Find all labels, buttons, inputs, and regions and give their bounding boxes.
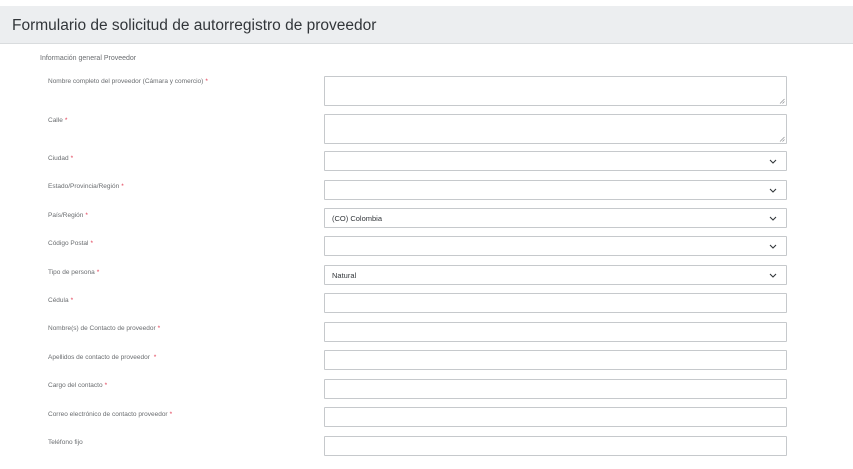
contact-email-input[interactable]	[324, 407, 787, 427]
country-select-value: (CO) Colombia	[332, 214, 383, 223]
field-label: Ciudad *	[48, 155, 73, 162]
resize-grip-icon[interactable]	[779, 136, 785, 142]
required-mark: *	[205, 78, 208, 85]
chevron-down-icon	[769, 216, 777, 221]
field-label: Tipo de persona *	[48, 269, 99, 276]
field-label: Código Postal *	[48, 240, 93, 247]
required-mark: *	[121, 183, 124, 190]
field-label: Nombre completo del proveedor (Cámara y …	[48, 78, 208, 85]
person-type-select[interactable]: Natural	[324, 265, 787, 285]
field-label: Calle *	[48, 117, 67, 124]
field-label-text: Ciudad	[48, 155, 69, 162]
field-label-text: Correo electrónico de contacto proveedor	[48, 411, 168, 418]
field-label: Apellidos de contacto de proveedor *	[48, 354, 156, 361]
section-title: Información general Proveedor	[40, 55, 137, 62]
field-label: Teléfono fijo	[48, 439, 85, 446]
page-header: Formulario de solicitud de autorregistro…	[0, 6, 853, 44]
field-label: Cédula *	[48, 297, 73, 304]
field-label-text: Calle	[48, 117, 63, 124]
required-mark: *	[90, 240, 94, 247]
required-mark: *	[96, 269, 100, 276]
field-label-text: Teléfono fijo	[48, 439, 83, 446]
contact-position-input[interactable]	[324, 379, 787, 399]
country-select[interactable]: (CO) Colombia	[324, 208, 787, 228]
required-mark: *	[64, 117, 68, 124]
field-label: País/Región *	[48, 212, 88, 219]
field-label-text: Tipo de persona	[48, 269, 95, 276]
required-mark: *	[85, 212, 88, 219]
field-label-text: País/Región	[48, 212, 84, 219]
street-textarea[interactable]	[324, 114, 787, 144]
chevron-down-icon	[769, 159, 777, 164]
field-label: Cargo del contacto *	[48, 382, 107, 389]
resize-grip-icon[interactable]	[779, 98, 785, 104]
id-number-input[interactable]	[324, 293, 787, 313]
required-mark: *	[70, 297, 74, 304]
field-label-text: Nombre(s) de Contacto de proveedor	[48, 325, 156, 332]
chevron-down-icon	[769, 188, 777, 193]
landline-input[interactable]	[324, 436, 787, 456]
postal-code-select[interactable]	[324, 236, 787, 256]
field-label: Correo electrónico de contacto proveedor…	[48, 411, 172, 418]
supplier-name-textarea[interactable]	[324, 76, 787, 106]
city-select[interactable]	[324, 151, 787, 171]
contact-last-name-input[interactable]	[324, 350, 787, 370]
required-mark: *	[169, 411, 173, 418]
person-type-select-value: Natural	[332, 271, 357, 280]
field-label: Estado/Provincia/Región *	[48, 183, 124, 190]
required-mark: *	[153, 354, 157, 361]
field-label-text: Código Postal	[48, 240, 89, 247]
page-title: Formulario de solicitud de autorregistro…	[12, 17, 377, 34]
chevron-down-icon	[769, 244, 777, 249]
field-label: Nombre(s) de Contacto de proveedor *	[48, 325, 160, 332]
required-mark: *	[104, 382, 108, 389]
required-mark: *	[157, 325, 161, 332]
required-mark: *	[70, 155, 74, 162]
field-label-text: Cargo del contacto	[48, 382, 103, 389]
field-label-text: Estado/Provincia/Región	[48, 183, 120, 190]
chevron-down-icon	[769, 273, 777, 278]
field-label-text: Apellidos de contacto de proveedor	[48, 354, 152, 361]
state-select[interactable]	[324, 180, 787, 200]
contact-first-name-input[interactable]	[324, 322, 787, 342]
field-label-text: Nombre completo del proveedor (Cámara y …	[48, 78, 204, 85]
field-label-text: Cédula	[48, 297, 69, 304]
